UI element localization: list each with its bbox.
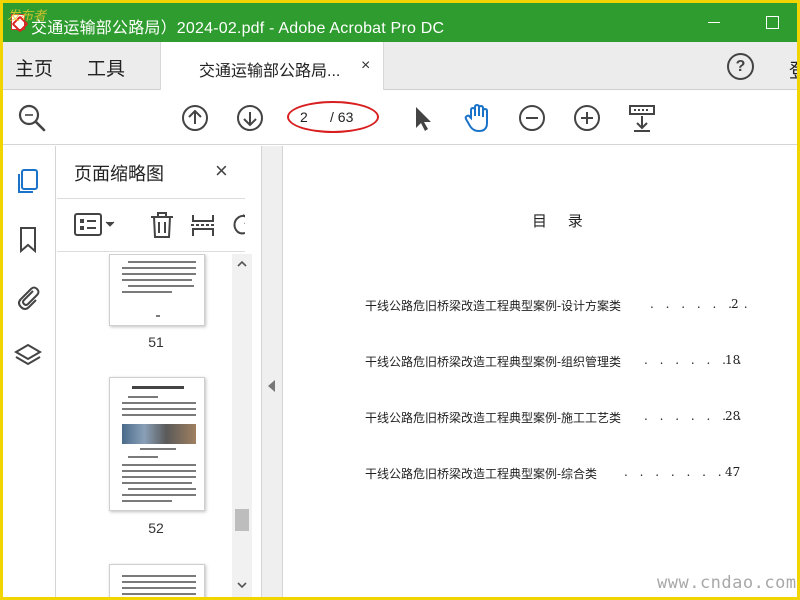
hand-tool-icon[interactable] [460,101,494,135]
page-thumbnails-panel: 页面缩略图 × 51 52 [57,146,261,597]
scroll-down-icon[interactable] [236,579,248,593]
toc-entry-page: 28 [725,409,741,423]
tab-document[interactable]: 交通运输部公路局... × [160,42,384,90]
zoom-in-icon[interactable] [570,101,604,135]
delete-page-icon[interactable] [147,210,177,240]
scrollbar-thumb[interactable] [235,509,249,531]
close-panel-button[interactable]: × [215,158,228,184]
page-number-highlight-ring [287,101,379,133]
bookmark-icon[interactable] [13,224,43,254]
toc-entry-page: 47 [725,465,741,479]
tab-home[interactable]: 主页 [15,54,53,81]
tab-tools[interactable]: 工具 [87,54,125,81]
thumbnail-page-number: 51 [148,334,164,350]
rotate-page-icon[interactable] [227,210,245,240]
toc-entry-title[interactable]: 干线公路危旧桥梁改造工程典型案例-组织管理类 [365,353,621,370]
select-arrow-icon[interactable] [405,101,439,135]
toc-entry-title[interactable]: 干线公路危旧桥梁改造工程典型案例-施工工艺类 [365,409,621,426]
thumbnail-toolbar [57,198,245,252]
app-window: 发布者 交通运输部公路局）2024-02.pdf - Adobe Acrobat… [0,0,800,600]
zoom-out-icon[interactable] [515,101,549,135]
maximize-button[interactable] [761,11,783,33]
main-toolbar: 2 / 63 [3,91,797,145]
navigation-rail [3,146,56,597]
thumbnail-scrollbar[interactable] [232,254,252,597]
zoom-search-icon[interactable] [15,101,49,135]
panel-title: 页面缩略图 [74,164,164,184]
site-watermark: www.cndao.com [657,573,797,593]
tab-bar: 主页 工具 交通运输部公路局... × ? 登 [3,42,797,90]
toc-heading: 目 录 [532,212,591,230]
thumbnail-page-52[interactable] [109,377,205,511]
toc-entry-page: 18 [725,353,741,367]
layers-icon[interactable] [13,340,43,370]
toc-entry-title[interactable]: 干线公路危旧桥梁改造工程典型案例-综合类 [365,465,597,482]
scroll-up-icon[interactable] [236,258,248,272]
document-view: 目 录 干线公路危旧桥梁改造工程典型案例-设计方案类 . . . . . . .… [284,146,797,597]
thumbnail-options-icon[interactable] [73,210,117,240]
collapse-arrow-icon [268,380,275,392]
toc-entry-title[interactable]: 干线公路危旧桥梁改造工程典型案例-设计方案类 [365,297,621,314]
thumbnail-list: 51 52 [57,254,231,597]
page-thumbnails-icon[interactable] [13,166,43,196]
window-title: 交通运输部公路局）2024-02.pdf - Adobe Acrobat Pro… [31,20,445,37]
thumbnail-page-51[interactable] [109,254,205,326]
document-tab-label: 交通运输部公路局... [199,63,341,80]
toc-entry-dots: . . . . . . . . [624,465,742,479]
sign-in-link[interactable]: 登 [789,56,797,83]
close-tab-button[interactable]: × [361,57,370,75]
panel-collapse-handle[interactable] [261,146,283,597]
page-down-icon[interactable] [233,101,267,135]
thumbnail-page-53[interactable] [109,564,205,597]
page-up-icon[interactable] [178,101,212,135]
minimize-button[interactable] [704,11,726,33]
insert-page-icon[interactable] [188,210,218,240]
attachment-icon[interactable] [13,282,43,312]
thumbnail-page-number: 52 [148,520,164,536]
title-bar: 发布者 交通运输部公路局）2024-02.pdf - Adobe Acrobat… [3,3,797,42]
help-icon[interactable]: ? [727,53,754,80]
toc-entry-page: 2 [731,297,739,311]
scroll-mode-icon[interactable] [625,101,659,135]
